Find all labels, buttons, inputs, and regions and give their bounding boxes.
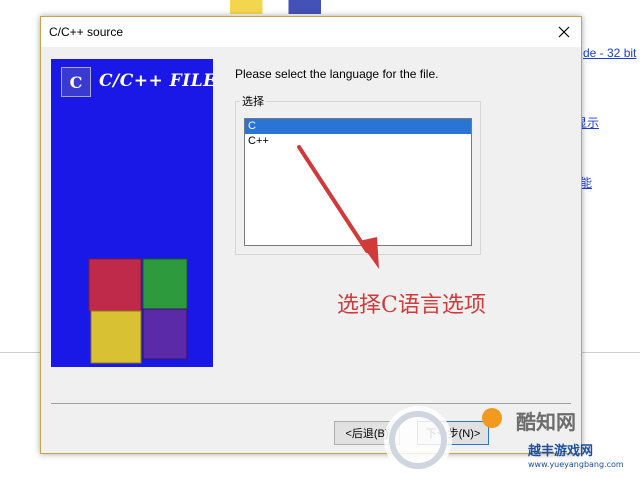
cubes-graphic-icon <box>88 258 188 364</box>
watermark-text-1: 酷知网 <box>516 410 576 434</box>
watermark: 酷知网 越丰游戏网 www.yueyangbang.com <box>380 396 640 478</box>
annotation-text: 选择C语言选项 <box>337 293 486 318</box>
close-button[interactable] <box>551 20 577 44</box>
title-bar: C/C++ source <box>41 17 581 47</box>
background-link-1[interactable]: de - 32 bit <box>583 46 636 60</box>
cpp-source-dialog: C/C++ source C C/C++ FILE Please select … <box>40 16 582 454</box>
watermark-logo-icon <box>384 406 502 474</box>
watermark-url: www.yueyangbang.com <box>528 460 624 469</box>
list-item-c[interactable]: C <box>245 119 471 134</box>
wizard-banner: C C/C++ FILE <box>51 59 213 367</box>
close-icon <box>558 26 570 38</box>
red-arrow-icon <box>297 145 379 269</box>
watermark-text-2: 越丰游戏网 <box>528 444 594 459</box>
language-prompt: Please select the language for the file. <box>235 67 439 81</box>
group-label: 选择 <box>240 93 266 109</box>
background-image-strip <box>230 0 360 14</box>
dialog-title: C/C++ source <box>49 25 124 39</box>
